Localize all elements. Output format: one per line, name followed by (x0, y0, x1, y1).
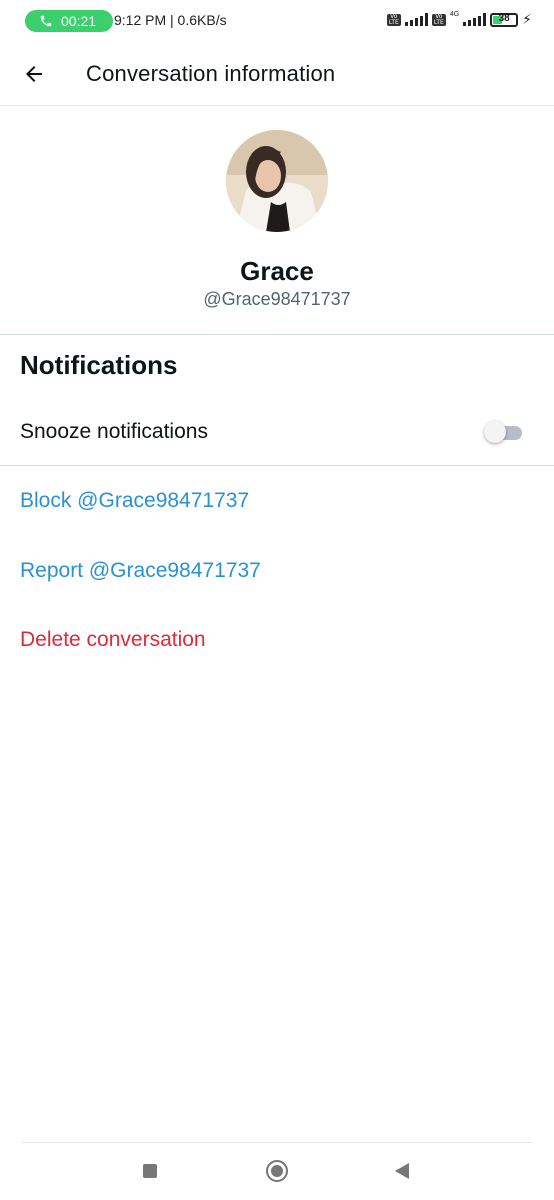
battery-icon: 38 (490, 12, 519, 27)
profile-handle: @Grace98471737 (203, 289, 351, 309)
delete-conversation-button[interactable]: Delete conversation (20, 628, 206, 652)
status-time-speed: 9:12 PM | 0.6KB/s (114, 12, 227, 28)
toggle-knob (484, 421, 506, 443)
volte-icon: Vo LTE (386, 13, 401, 26)
profile-name: Grace (240, 256, 314, 286)
battery-level: 38 (498, 12, 510, 24)
divider (22, 1142, 532, 1143)
avatar[interactable] (226, 130, 328, 232)
system-navigation-bar (0, 1142, 554, 1200)
back-button[interactable] (14, 54, 54, 94)
back-triangle-icon[interactable] (395, 1163, 409, 1179)
block-user-button[interactable]: Block @Grace98471737 (20, 489, 249, 513)
snooze-notifications-toggle[interactable] (484, 421, 522, 443)
home-circle-icon[interactable] (266, 1160, 288, 1182)
volte-icon: Vo LTE (431, 13, 446, 26)
snooze-notifications-row[interactable]: Snooze notifications (0, 400, 554, 466)
network-type-label: 4G (449, 11, 460, 18)
ongoing-call-pill[interactable]: 00:21 (25, 10, 113, 32)
status-bar: 00:21 9:12 PM | 0.6KB/s Vo LTE Vo LTE 4G… (0, 0, 554, 42)
header: Conversation information (0, 42, 554, 106)
phone-icon (40, 15, 52, 27)
profile-photo (226, 130, 328, 232)
recents-square-icon[interactable] (143, 1164, 157, 1178)
profile-section: Grace @Grace98471737 (0, 106, 554, 335)
signal-icon (463, 13, 487, 26)
page-title: Conversation information (86, 60, 336, 86)
arrow-left-icon (26, 65, 42, 82)
charging-icon: ⚡ (522, 11, 532, 27)
report-user-button[interactable]: Report @Grace98471737 (20, 559, 261, 583)
signal-icon (404, 13, 428, 26)
notifications-heading: Notifications (20, 350, 178, 380)
call-timer: 00:21 (61, 13, 97, 29)
snooze-notifications-label: Snooze notifications (20, 420, 208, 443)
status-icons: Vo LTE Vo LTE 4G 38 ⚡ (386, 11, 532, 28)
